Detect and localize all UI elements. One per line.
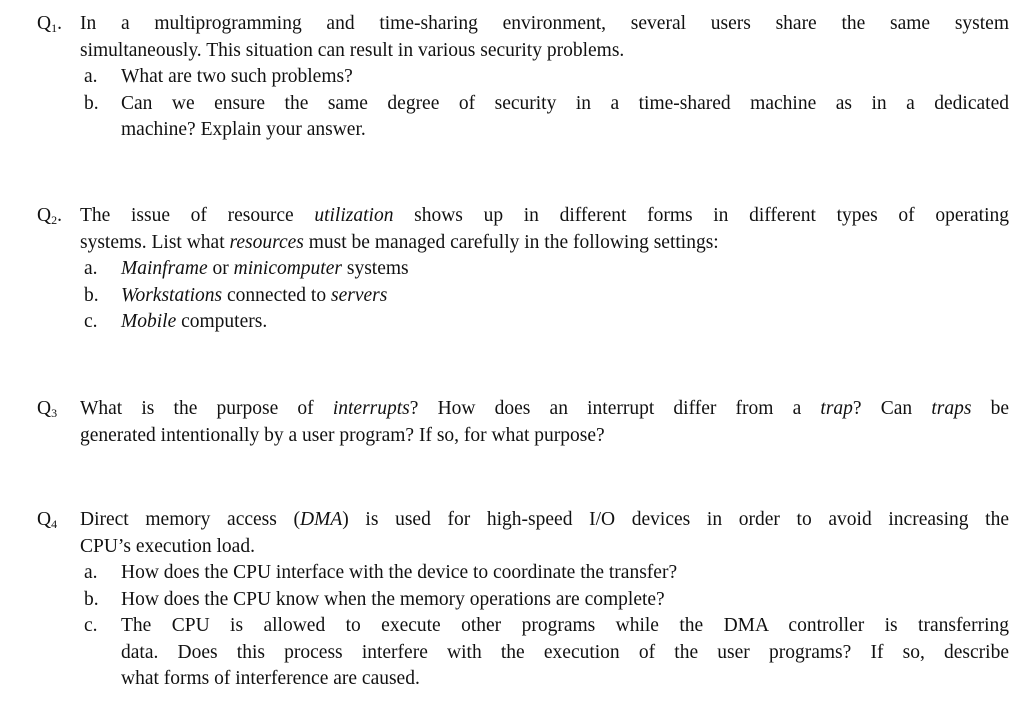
question-4-item-c-cont-1: data. Does this process interfere with t…	[121, 641, 1009, 663]
question-1-label: Q1.	[37, 13, 62, 35]
question-4-item-a: a. How does the CPU interface with the de…	[84, 562, 678, 583]
question-4-item-b: b. How does the CPU know when the memory …	[84, 588, 665, 610]
question-2-text-line-2: systems. List what resources must be man…	[80, 231, 719, 253]
question-4-text-line-1: Direct memory access (DMA) is used for h…	[80, 509, 1009, 530]
question-1-item-a: a. What are two such problems?	[84, 66, 353, 87]
question-2-item-c: c. Mobile computers.	[84, 311, 268, 332]
question-1: Q1. In a multiprogramming and time-shari…	[37, 11, 1009, 144]
question-4-label: Q4	[37, 509, 58, 531]
question-1-text-line-1: In a multiprogramming and time-sharing e…	[80, 13, 1009, 34]
question-1-item-b-cont: machine? Explain your answer.	[121, 119, 366, 140]
question-3-text-line-2: generated intentionally by a user progra…	[80, 424, 605, 446]
question-4-item-c-cont-2: what forms of interference are caused.	[121, 668, 420, 689]
question-1-text-line-2: simultaneously. This situation can resul…	[80, 39, 625, 61]
question-4-item-c: c. The CPU is allowed to execute other pr…	[84, 615, 1009, 636]
question-2: Q2. The issue of resource utilization sh…	[37, 203, 1009, 336]
question-3: Q3 What is the purpose of interrupts? Ho…	[37, 396, 1009, 449]
question-2-item-b: b. Workstations connected to servers	[84, 284, 388, 306]
question-4: Q4 Direct memory access (DMA) is used fo…	[37, 507, 1009, 693]
question-4-text-line-2: CPU’s execution load.	[80, 535, 255, 557]
question-2-text-line-1: The issue of resource utilization shows …	[80, 205, 1009, 226]
question-3-text-line-1: What is the purpose of interrupts? How d…	[80, 398, 1009, 419]
question-2-item-a: a. Mainframe or minicomputer systems	[84, 258, 409, 279]
question-2-label: Q2.	[37, 205, 62, 227]
question-1-item-b: b. Can we ensure the same degree of secur…	[84, 92, 1009, 114]
question-3-label: Q3	[37, 398, 58, 420]
